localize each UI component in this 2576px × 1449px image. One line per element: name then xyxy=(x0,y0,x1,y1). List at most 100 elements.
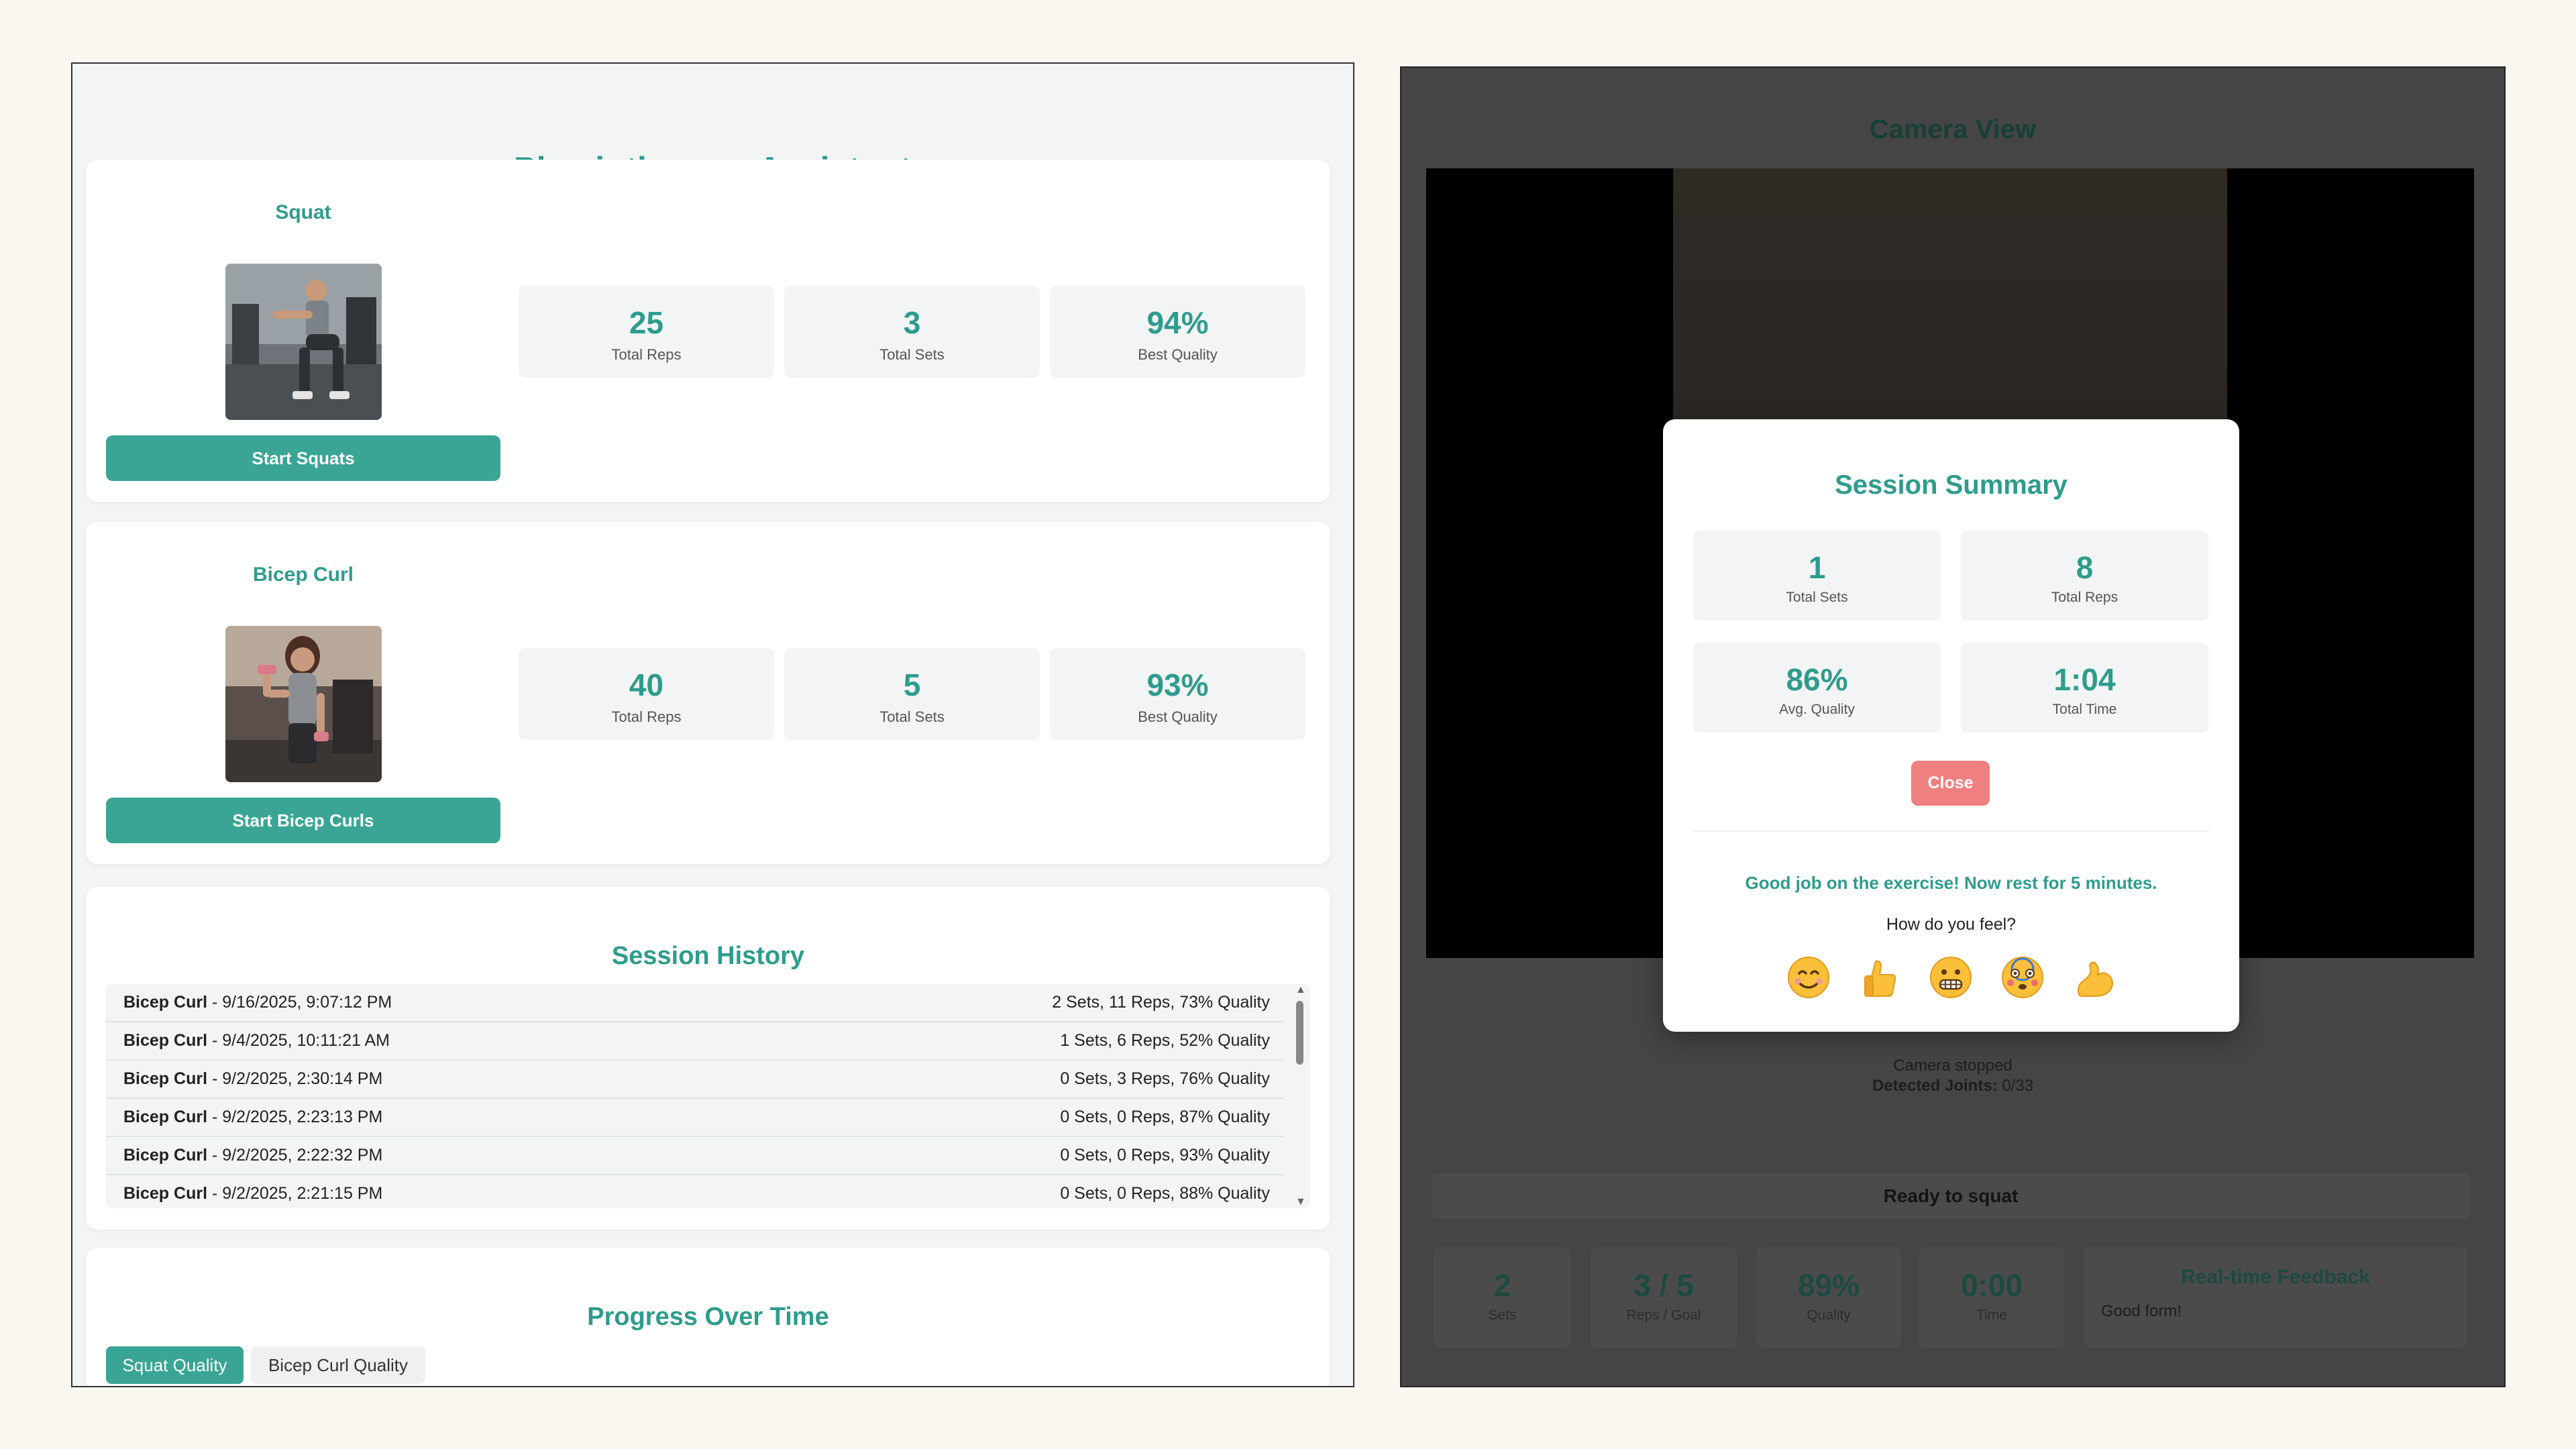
stat-value: 1 xyxy=(1808,550,1826,585)
start-bicep-curls-button[interactable]: Start Bicep Curls xyxy=(106,798,500,843)
history-row: Bicep Curl - 9/4/2025, 10:11:21 AM 1 Set… xyxy=(106,1022,1283,1061)
stat-value: 25 xyxy=(629,305,664,340)
stat-value: 40 xyxy=(629,667,664,702)
start-squats-button[interactable]: Start Squats xyxy=(106,435,500,481)
stat-label: Total Reps xyxy=(611,346,682,363)
time-stat: 0:00 Time xyxy=(1919,1247,2064,1348)
history-date: - 9/2/2025, 2:23:13 PM xyxy=(207,1108,383,1126)
stat-label: Total Sets xyxy=(879,708,945,725)
dizzy-face-icon[interactable] xyxy=(1998,953,2047,1002)
tab-squat-quality[interactable]: Squat Quality xyxy=(106,1346,244,1384)
total-time-stat: 1:04 Total Time xyxy=(1961,643,2208,733)
grimacing-face-icon[interactable] xyxy=(1927,953,1975,1002)
history-date: - 9/2/2025, 2:30:14 PM xyxy=(207,1069,383,1088)
stat-value: 5 xyxy=(903,667,921,702)
history-exercise: Bicep Curl xyxy=(123,1031,208,1050)
divider xyxy=(1693,830,2209,832)
thumbs-up-icon[interactable] xyxy=(1856,953,1904,1002)
history-exercise: Bicep Curl xyxy=(123,1146,208,1165)
history-exercise: Bicep Curl xyxy=(123,1108,208,1126)
smiling-face-icon[interactable] xyxy=(1784,953,1833,1002)
scroll-down-arrow-icon[interactable]: ▼ xyxy=(1295,1196,1306,1208)
stat-value: 3 / 5 xyxy=(1633,1268,1694,1303)
progress-card: Progress Over Time Squat Quality Bicep C… xyxy=(86,1248,1330,1386)
exercise-name: Bicep Curl xyxy=(252,564,354,586)
stat-value: 93% xyxy=(1146,667,1209,702)
history-row: Bicep Curl - 9/2/2025, 2:22:32 PM 0 Sets… xyxy=(106,1137,1283,1175)
sets-stat: 2 Sets xyxy=(1434,1247,1571,1348)
history-entry: Bicep Curl - 9/4/2025, 10:11:21 AM xyxy=(123,1031,390,1051)
stat-label: Best Quality xyxy=(1138,708,1218,725)
history-entry: Bicep Curl - 9/16/2025, 9:07:12 PM xyxy=(123,993,392,1012)
joints-label: Detected Joints: xyxy=(1872,1077,1998,1095)
stat-value: 86% xyxy=(1786,662,1848,697)
history-summary: 0 Sets, 0 Reps, 93% Quality xyxy=(1060,1146,1270,1165)
history-list[interactable]: Bicep Curl - 9/16/2025, 9:07:12 PM 2 Set… xyxy=(106,984,1310,1208)
history-row: Bicep Curl - 9/2/2025, 2:23:13 PM 0 Sets… xyxy=(106,1099,1283,1137)
feedback-text: Good form! xyxy=(2101,1302,2182,1320)
total-reps-stat: 40 Total Reps xyxy=(519,648,774,740)
section-title: Session History xyxy=(611,942,805,970)
history-entry: Bicep Curl - 9/2/2025, 2:30:14 PM xyxy=(123,1069,382,1089)
history-scrollbar[interactable]: ▲ ▼ xyxy=(1293,984,1306,1208)
stat-label: Total Reps xyxy=(611,708,682,725)
history-entry: Bicep Curl - 9/2/2025, 2:23:13 PM xyxy=(123,1108,382,1127)
history-exercise: Bicep Curl xyxy=(123,993,208,1012)
tab-bicep-curl-quality[interactable]: Bicep Curl Quality xyxy=(251,1346,425,1384)
history-summary: 0 Sets, 0 Reps, 88% Quality xyxy=(1060,1184,1270,1203)
total-reps-stat: 25 Total Reps xyxy=(519,286,774,378)
stat-label: Total Time xyxy=(2052,702,2117,717)
exercise-dashboard: Physiotherapy Assistant Squat Start Squa… xyxy=(71,62,1354,1387)
joints-value: 0/33 xyxy=(1997,1077,2034,1095)
total-reps-stat: 8 Total Reps xyxy=(1961,531,2208,621)
history-entry: Bicep Curl - 9/2/2025, 2:22:32 PM xyxy=(123,1146,382,1165)
stat-value: 94% xyxy=(1146,305,1209,340)
scrollbar-thumb[interactable] xyxy=(1296,1001,1303,1065)
quality-stat: 89% Quality xyxy=(1756,1247,1901,1348)
realtime-feedback: Real-time Feedback Good form! xyxy=(2084,1247,2467,1348)
flexed-biceps-icon[interactable] xyxy=(2070,953,2118,1002)
stat-value: 1:04 xyxy=(2053,662,2116,697)
camera-panel: Camera View Camera stopped Detected Join… xyxy=(1400,66,2506,1387)
camera-status: Camera stopped Detected Joints: 0/33 xyxy=(1401,1056,2504,1096)
stat-label: Reps / Goal xyxy=(1626,1307,1701,1323)
total-sets-stat: 5 Total Sets xyxy=(784,648,1040,740)
section-title: Progress Over Time xyxy=(587,1303,829,1331)
reps-goal-stat: 3 / 5 Reps / Goal xyxy=(1591,1247,1737,1348)
squat-card: Squat Start Squats 25 Total Reps 3 Total… xyxy=(86,160,1330,502)
modal-title: Session Summary xyxy=(1835,470,2068,500)
history-row: Bicep Curl - 9/16/2025, 9:07:12 PM 2 Set… xyxy=(106,984,1283,1022)
feedback-title: Real-time Feedback xyxy=(2181,1266,2370,1288)
stat-label: Total Reps xyxy=(2051,590,2118,605)
scroll-up-arrow-icon[interactable]: ▲ xyxy=(1295,984,1306,996)
history-summary: 2 Sets, 11 Reps, 73% Quality xyxy=(1052,993,1270,1012)
stat-value: 3 xyxy=(903,305,921,340)
history-date: - 9/2/2025, 2:22:32 PM xyxy=(207,1146,383,1165)
close-button[interactable]: Close xyxy=(1911,761,1990,806)
total-sets-stat: 3 Total Sets xyxy=(784,286,1040,378)
history-row: Bicep Curl - 9/2/2025, 2:30:14 PM 0 Sets… xyxy=(106,1061,1283,1099)
stat-label: Best Quality xyxy=(1138,346,1218,363)
detected-joints: Detected Joints: 0/33 xyxy=(1401,1076,2504,1096)
ready-status: Ready to squat xyxy=(1432,1173,2470,1219)
history-date: - 9/16/2025, 9:07:12 PM xyxy=(207,993,392,1012)
bicep-curl-image xyxy=(225,626,382,782)
history-row: Bicep Curl - 9/2/2025, 2:21:15 PM 0 Sets… xyxy=(106,1175,1283,1208)
best-quality-stat: 93% Best Quality xyxy=(1050,648,1305,740)
stat-value: 89% xyxy=(1797,1268,1860,1303)
squat-image xyxy=(225,264,382,420)
total-sets-stat: 1 Total Sets xyxy=(1693,531,1941,621)
stat-label: Avg. Quality xyxy=(1779,702,1855,717)
camera-status-text: Camera stopped xyxy=(1893,1057,2012,1075)
avg-quality-stat: 86% Avg. Quality xyxy=(1693,643,1941,733)
stat-value: 0:00 xyxy=(1960,1268,2023,1303)
stat-label: Sets xyxy=(1488,1307,1517,1323)
session-history-card: Session History Bicep Curl - 9/16/2025, … xyxy=(86,887,1330,1230)
best-quality-stat: 94% Best Quality xyxy=(1050,286,1305,378)
session-summary-modal: Session Summary 1 Total Sets 8 Total Rep… xyxy=(1663,419,2239,1032)
history-summary: 0 Sets, 0 Reps, 87% Quality xyxy=(1060,1108,1270,1126)
history-entry: Bicep Curl - 9/2/2025, 2:21:15 PM xyxy=(123,1184,382,1203)
bicep-curl-card: Bicep Curl Start Bicep Curls 40 Total Re… xyxy=(86,522,1330,864)
camera-title: Camera View xyxy=(1869,115,2037,144)
stat-value: 2 xyxy=(1493,1268,1511,1303)
